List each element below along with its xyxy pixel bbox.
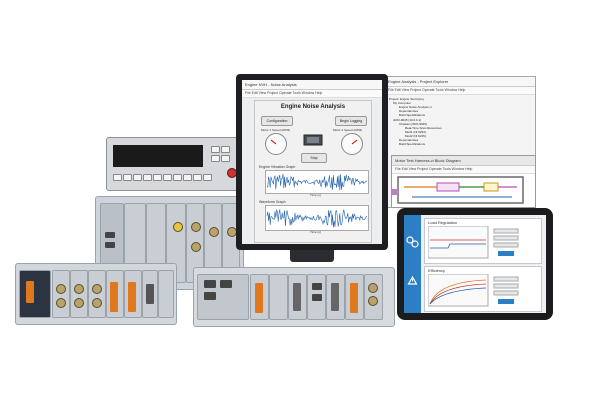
configuration-button[interactable]: Configuration bbox=[261, 116, 293, 126]
dmm-key[interactable] bbox=[221, 146, 230, 153]
right-gauge-label: Motor 2 Speed (RPM) bbox=[333, 128, 363, 132]
top-plot-title: Engine Vibration Graph bbox=[259, 165, 296, 169]
dmm-display bbox=[113, 145, 203, 167]
stop-button[interactable]: Stop bbox=[301, 153, 327, 163]
block-diagram-title: Motor Test Harness.vi Block Diagram bbox=[392, 156, 535, 166]
waveform-trace bbox=[266, 209, 368, 228]
card-title: Load Regulation bbox=[428, 220, 458, 225]
begin-logging-button[interactable]: Begin Logging bbox=[335, 116, 367, 126]
page-title: Engine Noise Analysis bbox=[280, 104, 346, 110]
left-gauge-label: Motor 1 Speed (RPM) bbox=[261, 128, 291, 132]
right-rpm-gauge bbox=[341, 133, 363, 155]
engine-vibration-graph bbox=[265, 170, 369, 194]
tree-item[interactable]: Build Specifications bbox=[399, 142, 425, 146]
front-panel: Engine Noise Analysis Configuration Begi… bbox=[254, 100, 372, 243]
tablet: Load Regulation Efficiency bbox=[397, 208, 553, 320]
engine-noise-window: Engine NVH - Noise Analysis File Edit Vi… bbox=[242, 80, 382, 244]
bottom-plot-title: Waveform Graph bbox=[259, 200, 286, 204]
dmm-key[interactable] bbox=[211, 146, 220, 153]
load-regulation-card: Load Regulation bbox=[424, 218, 542, 264]
efficiency-chart bbox=[428, 274, 519, 307]
block-diagram-canvas[interactable] bbox=[392, 173, 535, 207]
tablet-sidebar bbox=[404, 215, 421, 313]
project-window-title: Engine Analysis - Project Explorer bbox=[385, 77, 535, 87]
compactrio-controller bbox=[193, 267, 395, 327]
cdaq-chassis bbox=[15, 263, 177, 325]
block-diagram-window: Motor Test Harness.vi Block Diagram File… bbox=[391, 155, 536, 208]
link-icon[interactable] bbox=[404, 215, 421, 313]
window-menu[interactable]: File Edit View Project Operate Tools Win… bbox=[242, 90, 382, 98]
monitor-stand bbox=[290, 250, 334, 262]
project-tree: Project: Engine Test.lvproj My Computer … bbox=[385, 95, 535, 155]
window-title: Engine NVH - Noise Analysis bbox=[242, 80, 382, 90]
engine-icon bbox=[303, 134, 323, 146]
waveform-graph bbox=[265, 205, 369, 231]
dmm-key[interactable] bbox=[211, 155, 220, 162]
load-regulation-chart bbox=[428, 226, 519, 259]
bottom-plot-xlabel: Time (s) bbox=[310, 230, 321, 234]
project-window-menu[interactable]: File Edit View Project Operate Tools Win… bbox=[385, 87, 535, 95]
efficiency-card: Efficiency bbox=[424, 266, 542, 312]
project-explorer-window: Engine Analysis - Project Explorer File … bbox=[384, 76, 536, 208]
tree-item[interactable]: Build Specifications bbox=[399, 113, 425, 117]
digital-multimeter bbox=[106, 137, 239, 191]
left-rpm-gauge bbox=[265, 133, 287, 155]
top-plot-xlabel: Time (s) bbox=[310, 193, 321, 197]
tablet-screen: Load Regulation Efficiency bbox=[404, 215, 546, 313]
dmm-key[interactable] bbox=[221, 155, 230, 162]
gauge-needle-icon bbox=[270, 139, 277, 145]
waveform-trace bbox=[266, 173, 368, 191]
card-title: Efficiency bbox=[428, 268, 446, 273]
gauge-needle-icon bbox=[351, 139, 358, 145]
dmm-key-row bbox=[113, 172, 233, 184]
monitor: Engine NVH - Noise Analysis File Edit Vi… bbox=[236, 74, 388, 250]
